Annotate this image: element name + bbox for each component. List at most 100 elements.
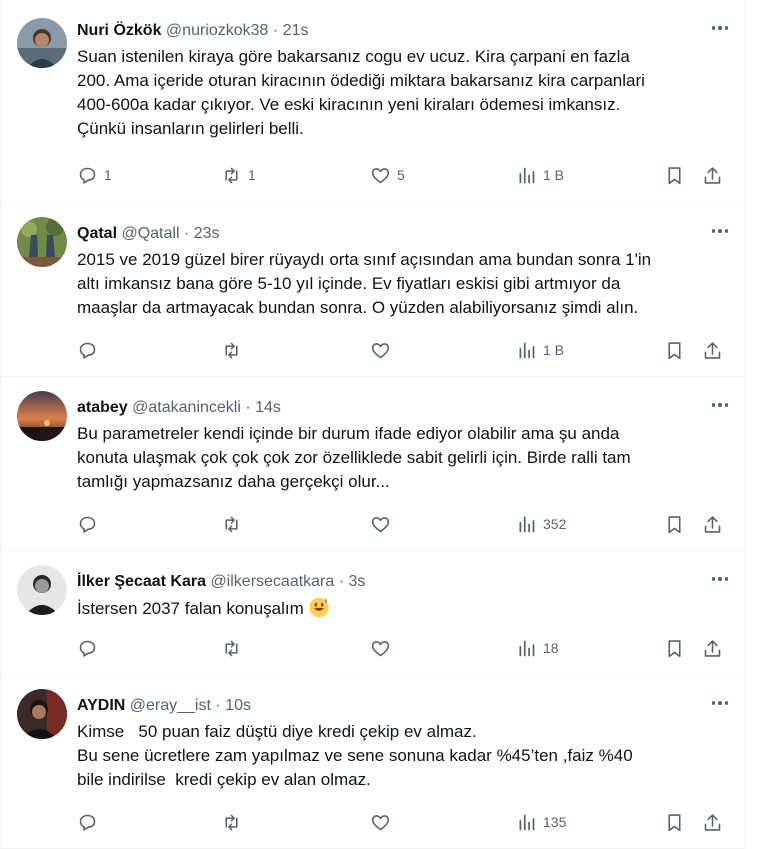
views-button[interactable]: 135 [516, 809, 566, 835]
user-handle[interactable]: @ilkersecaatkara [210, 573, 334, 590]
tweet-actions: 1 B [77, 337, 728, 363]
display-name[interactable]: AYDIN [77, 697, 125, 714]
tweet[interactable]: İlker Şecaat Kara @ilkersecaatkara · 3s … [1, 551, 744, 675]
bookmark-button[interactable] [664, 635, 685, 661]
reply-button[interactable] [77, 635, 104, 661]
bookmark-button[interactable] [664, 511, 685, 537]
bookmark-button[interactable] [664, 337, 685, 363]
reply-button[interactable] [77, 337, 104, 363]
repost-count: 1 [248, 167, 256, 183]
reply-button[interactable] [77, 511, 104, 537]
timestamp[interactable]: · 21s [273, 22, 309, 39]
bookmark-icon [668, 166, 681, 184]
views-button[interactable]: 1 B [516, 162, 564, 188]
text-line: tamlığı yapmazsanız daha gerçekçi olur..… [77, 472, 390, 491]
repost-button[interactable] [221, 809, 248, 835]
avatar[interactable] [17, 391, 67, 441]
share-button[interactable] [702, 635, 723, 661]
more-icon[interactable] [708, 395, 732, 415]
text-line: Suan istenilen kiraya göre bakarsanız co… [77, 47, 630, 66]
repost-icon [225, 640, 238, 656]
repost-button[interactable] [221, 511, 248, 537]
tweet-actions: 18 [77, 635, 728, 661]
tweet-header: Qatal @Qatall · 23s [77, 224, 728, 244]
views-button[interactable]: 18 [516, 635, 559, 661]
timestamp[interactable]: · 23s [184, 225, 220, 242]
repost-button[interactable] [221, 337, 248, 363]
text-line-content: İstersen 2037 falan konuşalım [77, 599, 304, 618]
share-icon [704, 515, 721, 533]
more-icon[interactable] [708, 693, 732, 713]
avatar[interactable] [17, 565, 67, 615]
display-name[interactable]: Nuri Özkök [77, 22, 161, 39]
like-button[interactable]: 5 [370, 162, 405, 188]
share-button[interactable] [702, 511, 723, 537]
timestamp[interactable]: · 14s [245, 399, 281, 416]
like-button[interactable] [370, 809, 397, 835]
views-count: 18 [543, 640, 559, 656]
text-line: Çünkü insanların gelirleri belli. [77, 119, 304, 138]
like-button[interactable] [370, 337, 397, 363]
views-button[interactable]: 1 B [516, 337, 564, 363]
tweet[interactable]: Qatal @Qatall · 23s 2015 ve 2019 güzel b… [1, 203, 744, 377]
display-name[interactable]: atabey [77, 399, 128, 416]
display-name[interactable]: Qatal [77, 225, 117, 242]
user-handle[interactable]: @Qatall [121, 225, 179, 242]
text-line: Bu sene ücretlere zam yapılmaz ve sene s… [77, 746, 633, 765]
more-icon[interactable] [708, 18, 732, 38]
bookmark-icon [668, 813, 681, 831]
text-line: 2015 ve 2019 güzel birer rüyaydı orta sı… [77, 250, 652, 269]
text-line: 200. Ama içeride oturan kiracının ödediğ… [77, 71, 645, 90]
like-icon [371, 167, 390, 183]
views-icon [519, 814, 535, 830]
like-button[interactable] [370, 635, 397, 661]
tweet-header: İlker Şecaat Kara @ilkersecaatkara · 3s [77, 572, 728, 592]
user-handle[interactable]: @nuriozkok38 [166, 22, 269, 39]
timestamp[interactable]: · 3s [339, 573, 366, 590]
tweet-text: İstersen 2037 falan konuşalım [77, 596, 728, 621]
text-line: İstersen 2037 falan konuşalım [77, 596, 728, 621]
more-icon[interactable] [708, 221, 732, 241]
avatar[interactable] [17, 689, 67, 739]
views-count: 1 B [543, 167, 565, 183]
avatar[interactable] [17, 217, 67, 267]
reply-count: 1 [104, 167, 112, 183]
like-icon [371, 342, 390, 358]
reply-button[interactable]: 1 [77, 162, 112, 188]
tweet[interactable]: atabey @atakanincekli · 14s Bu parametre… [1, 377, 744, 551]
text-line: altı imkansız bana göre 5-10 yıl içinde.… [77, 274, 621, 293]
tweet[interactable]: AYDIN @eray__ist · 10s Kimse 50 puan fai… [1, 675, 744, 849]
repost-icon [225, 516, 238, 532]
tweet-header: AYDIN @eray__ist · 10s [77, 696, 728, 716]
display-name[interactable]: İlker Şecaat Kara [77, 573, 206, 590]
text-line: bile indirilse kredi çekip ev alan olmaz… [77, 770, 371, 789]
bookmark-button[interactable] [664, 162, 685, 188]
share-button[interactable] [702, 337, 723, 363]
share-button[interactable] [702, 809, 723, 835]
repost-button[interactable] [221, 635, 248, 661]
avatar[interactable] [17, 18, 67, 68]
like-count: 5 [397, 167, 405, 183]
reply-icon [79, 516, 96, 533]
share-button[interactable] [702, 162, 723, 188]
bookmark-icon [668, 639, 681, 657]
like-button[interactable] [370, 511, 397, 537]
user-handle[interactable]: @eray__ist [130, 697, 211, 714]
views-button[interactable]: 352 [516, 511, 566, 537]
timestamp[interactable]: · 10s [215, 697, 251, 714]
repost-icon [225, 167, 238, 183]
tweet-actions: 1 1 5 1 B [77, 162, 728, 188]
tweet[interactable]: Nuri Özkök @nuriozkok38 · 21s Suan isten… [1, 0, 744, 203]
share-icon [704, 166, 721, 184]
more-icon[interactable] [708, 569, 732, 589]
views-count: 1 B [543, 342, 565, 358]
share-icon [704, 341, 721, 359]
tweet-text: Kimse 50 puan faiz düştü diye kredi çeki… [77, 720, 728, 792]
tweet-actions: 135 [77, 809, 728, 835]
reply-button[interactable] [77, 809, 104, 835]
repost-button[interactable]: 1 [221, 162, 256, 188]
bookmark-button[interactable] [664, 809, 685, 835]
like-icon [371, 516, 390, 532]
user-handle[interactable]: @atakanincekli [132, 399, 241, 416]
bookmark-icon [668, 515, 681, 533]
